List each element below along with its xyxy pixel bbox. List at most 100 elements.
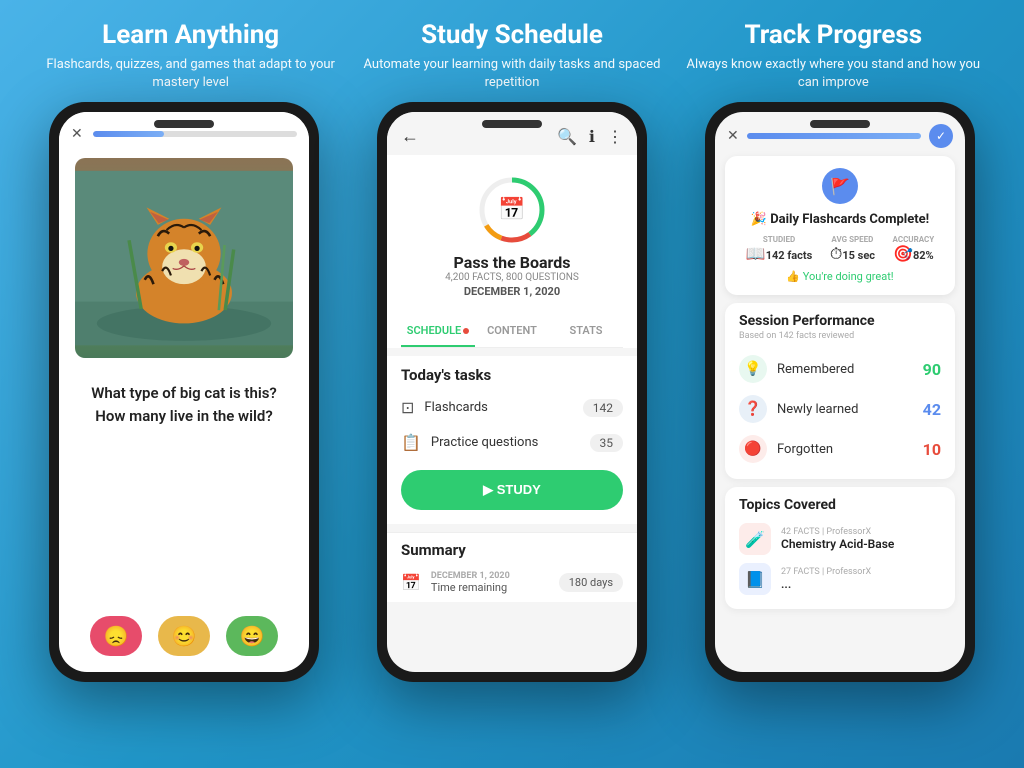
tab-content[interactable]: CONTENT [475, 316, 549, 347]
phone-screen-study: ← 🔍 ℹ ⋮ [387, 112, 637, 672]
p2-menu-icon[interactable]: ⋮ [607, 127, 623, 146]
p1-topbar: ✕ [59, 112, 309, 150]
questions-label: Practice questions [431, 435, 580, 450]
p3-flag-icon: 🚩 [822, 168, 858, 204]
tab-schedule[interactable]: SCHEDULE [401, 316, 475, 347]
p3-topics-card: Topics Covered 🧪 42 FACTS | ProfessorX C… [725, 487, 955, 609]
p2-summary-label: Time remaining [431, 581, 549, 594]
p3-performance-card: Session Performance Based on 142 facts r… [725, 303, 955, 479]
learn-header: Learn Anything Flashcards, quizzes, and … [30, 20, 351, 92]
p3-perf-remembered: 💡 Remembered 90 [739, 349, 941, 389]
p3-great-text: 👍 You're doing great! [737, 270, 943, 283]
p1-progress-bar [93, 131, 297, 137]
p1-tiger-image [75, 158, 293, 358]
topic-2-facts: 27 FACTS | ProfessorX [781, 567, 941, 577]
study-title: Study Schedule [361, 20, 662, 50]
p2-task-flashcards: ⊡ Flashcards 142 [387, 390, 637, 425]
p2-hero: 📅 Pass the Boards 4,200 FACTS, 800 QUEST… [401, 165, 623, 308]
p1-btn-maybe[interactable]: 😊 [158, 616, 210, 656]
track-subtitle: Always know exactly where you stand and … [683, 56, 984, 92]
p3-stat-studied-icon: 📖 [746, 244, 766, 263]
p3-stat-accuracy: ACCURACY 🎯82% [893, 235, 935, 264]
p2-summary-date: DECEMBER 1, 2020 [431, 571, 549, 581]
p3-perf-newly-learned: ❓ Newly learned 42 [739, 389, 941, 429]
p2-action-icons: 🔍 ℹ ⋮ [557, 127, 623, 146]
p3-stat-accuracy-icon: 🎯 [893, 244, 913, 263]
p3-stat-studied-label: STUDIED [746, 235, 813, 244]
questions-count: 35 [590, 434, 624, 452]
p3-topics-title: Topics Covered [739, 497, 941, 513]
p3-complete-title: 🎉 Daily Flashcards Complete! [737, 212, 943, 227]
tab-stats[interactable]: STATS [549, 316, 623, 347]
p3-topbar: ✕ ✓ [715, 112, 965, 156]
p2-summary-card: Summary 📅 DECEMBER 1, 2020 Time remainin… [387, 532, 637, 602]
p2-tasks-title: Today's tasks [387, 356, 637, 390]
remembered-value: 90 [923, 360, 941, 379]
p2-deck-facts: 4,200 FACTS, 800 QUESTIONS [445, 272, 579, 283]
p1-question-line1: What type of big cat is this? [75, 382, 293, 405]
p3-stat-speed-icon: ⏱ [830, 244, 842, 263]
p1-close-icon[interactable]: ✕ [71, 126, 83, 142]
phone-learn: ✕ [49, 102, 319, 682]
tab-stats-label: STATS [569, 324, 602, 337]
p3-complete-card: 🚩 🎉 Daily Flashcards Complete! STUDIED 📖… [725, 156, 955, 295]
p3-close-icon[interactable]: ✕ [727, 128, 739, 144]
study-header: Study Schedule Automate your learning wi… [351, 20, 672, 92]
p1-question-line2: How many live in the wild? [75, 405, 293, 428]
p2-progress-circle: 📅 [477, 175, 547, 245]
phone-notch-3 [810, 120, 870, 128]
topic-1-name: Chemistry Acid-Base [781, 537, 941, 551]
learn-title: Learn Anything [40, 20, 341, 50]
learn-subtitle: Flashcards, quizzes, and games that adap… [40, 56, 341, 92]
phone-screen-learn: ✕ [59, 112, 309, 672]
topic-1-icon: 🧪 [739, 523, 771, 555]
p1-question: What type of big cat is this? How many l… [59, 366, 309, 435]
questions-icon: 📋 [401, 433, 421, 452]
p2-search-icon[interactable]: 🔍 [557, 127, 577, 146]
track-header: Track Progress Always know exactly where… [673, 20, 994, 92]
study-button[interactable]: ▶ STUDY [401, 470, 623, 510]
tab-content-label: CONTENT [487, 324, 537, 337]
p1-btn-wrong[interactable]: 😞 [90, 616, 142, 656]
p2-info-icon[interactable]: ℹ [589, 127, 595, 146]
phones-section: ✕ [0, 102, 1024, 768]
p3-stat-accuracy-label: ACCURACY [893, 235, 935, 244]
topic-2-icon: 📘 [739, 563, 771, 595]
newly-learned-icon: ❓ [739, 395, 767, 423]
phone-notch-1 [154, 120, 214, 128]
study-subtitle: Automate your learning with daily tasks … [361, 56, 662, 92]
topic-2-name: ... [781, 577, 941, 591]
header-section: Learn Anything Flashcards, quizzes, and … [0, 0, 1024, 102]
p2-calendar-icon-2: 📅 [401, 573, 421, 592]
p2-summary-title: Summary [387, 532, 637, 563]
forgotten-label: Forgotten [777, 442, 913, 457]
p2-back-icon[interactable]: ← [401, 126, 419, 147]
schedule-dot [463, 328, 469, 334]
p3-stat-speed-label: AVG SPEED [830, 235, 875, 244]
phone-screen-track: ✕ ✓ 🚩 🎉 Daily Flashcards Complete! STUDI… [715, 112, 965, 672]
p2-summary-badge: 180 days [559, 573, 623, 592]
p3-topic-2: 📘 27 FACTS | ProfessorX ... [739, 559, 941, 599]
p2-deck-date: DECEMBER 1, 2020 [464, 285, 560, 298]
phone-notch-2 [482, 120, 542, 128]
forgotten-icon: 🔴 [739, 435, 767, 463]
newly-learned-label: Newly learned [777, 402, 913, 417]
flashcards-label: Flashcards [424, 400, 572, 415]
forgotten-value: 10 [923, 440, 941, 459]
p2-topbar: ← 🔍 ℹ ⋮ [387, 112, 637, 155]
p3-stat-studied-val: 142 facts [766, 249, 813, 262]
topic-1-info: 42 FACTS | ProfessorX Chemistry Acid-Bas… [781, 527, 941, 551]
p3-topic-1: 🧪 42 FACTS | ProfessorX Chemistry Acid-B… [739, 519, 941, 559]
topic-2-info: 27 FACTS | ProfessorX ... [781, 567, 941, 591]
tab-schedule-label: SCHEDULE [407, 324, 461, 337]
tiger-svg [75, 158, 293, 358]
p2-summary-row: 📅 DECEMBER 1, 2020 Time remaining 180 da… [387, 563, 637, 602]
p2-calendar-icon: 📅 [498, 198, 525, 223]
flashcards-count: 142 [583, 399, 623, 417]
phone-track: ✕ ✓ 🚩 🎉 Daily Flashcards Complete! STUDI… [705, 102, 975, 682]
p1-answer-buttons: 😞 😊 😄 [59, 600, 309, 672]
p3-stat-studied: STUDIED 📖142 facts [746, 235, 813, 264]
p1-btn-correct[interactable]: 😄 [226, 616, 278, 656]
p3-stat-speed: AVG SPEED ⏱15 sec [830, 235, 875, 264]
p3-stat-speed-val: 15 sec [842, 249, 875, 262]
